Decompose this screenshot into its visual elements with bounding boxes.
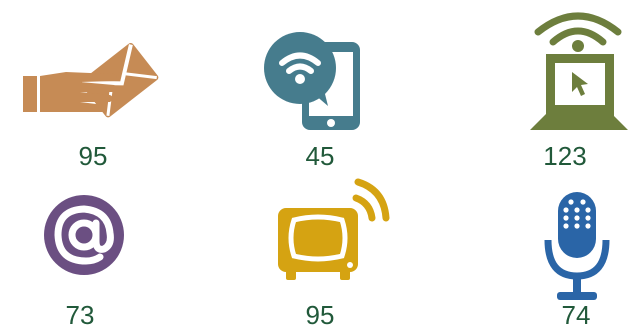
microphone-icon: [544, 192, 610, 300]
tile-mic: 74: [496, 170, 634, 330]
tv-broadcast-icon: [278, 178, 390, 280]
tv-count: 95: [305, 300, 335, 330]
tile-email: 73: [0, 170, 160, 330]
at-sign-icon: [44, 195, 124, 275]
phone-count: 45: [305, 141, 335, 171]
email-count: 73: [65, 300, 95, 330]
phone-wifi-icon: [264, 32, 360, 130]
tile-phone: 45: [240, 0, 400, 171]
tile-mail: 95: [13, 0, 173, 171]
mail-count: 95: [78, 141, 108, 171]
tile-tv: 95: [240, 170, 400, 330]
tile-laptop: 123: [485, 0, 634, 171]
laptop-count: 123: [543, 141, 587, 171]
laptop-wifi-icon: [530, 12, 628, 130]
mic-count: 74: [561, 300, 591, 330]
hand-envelope-icon: [23, 42, 159, 118]
